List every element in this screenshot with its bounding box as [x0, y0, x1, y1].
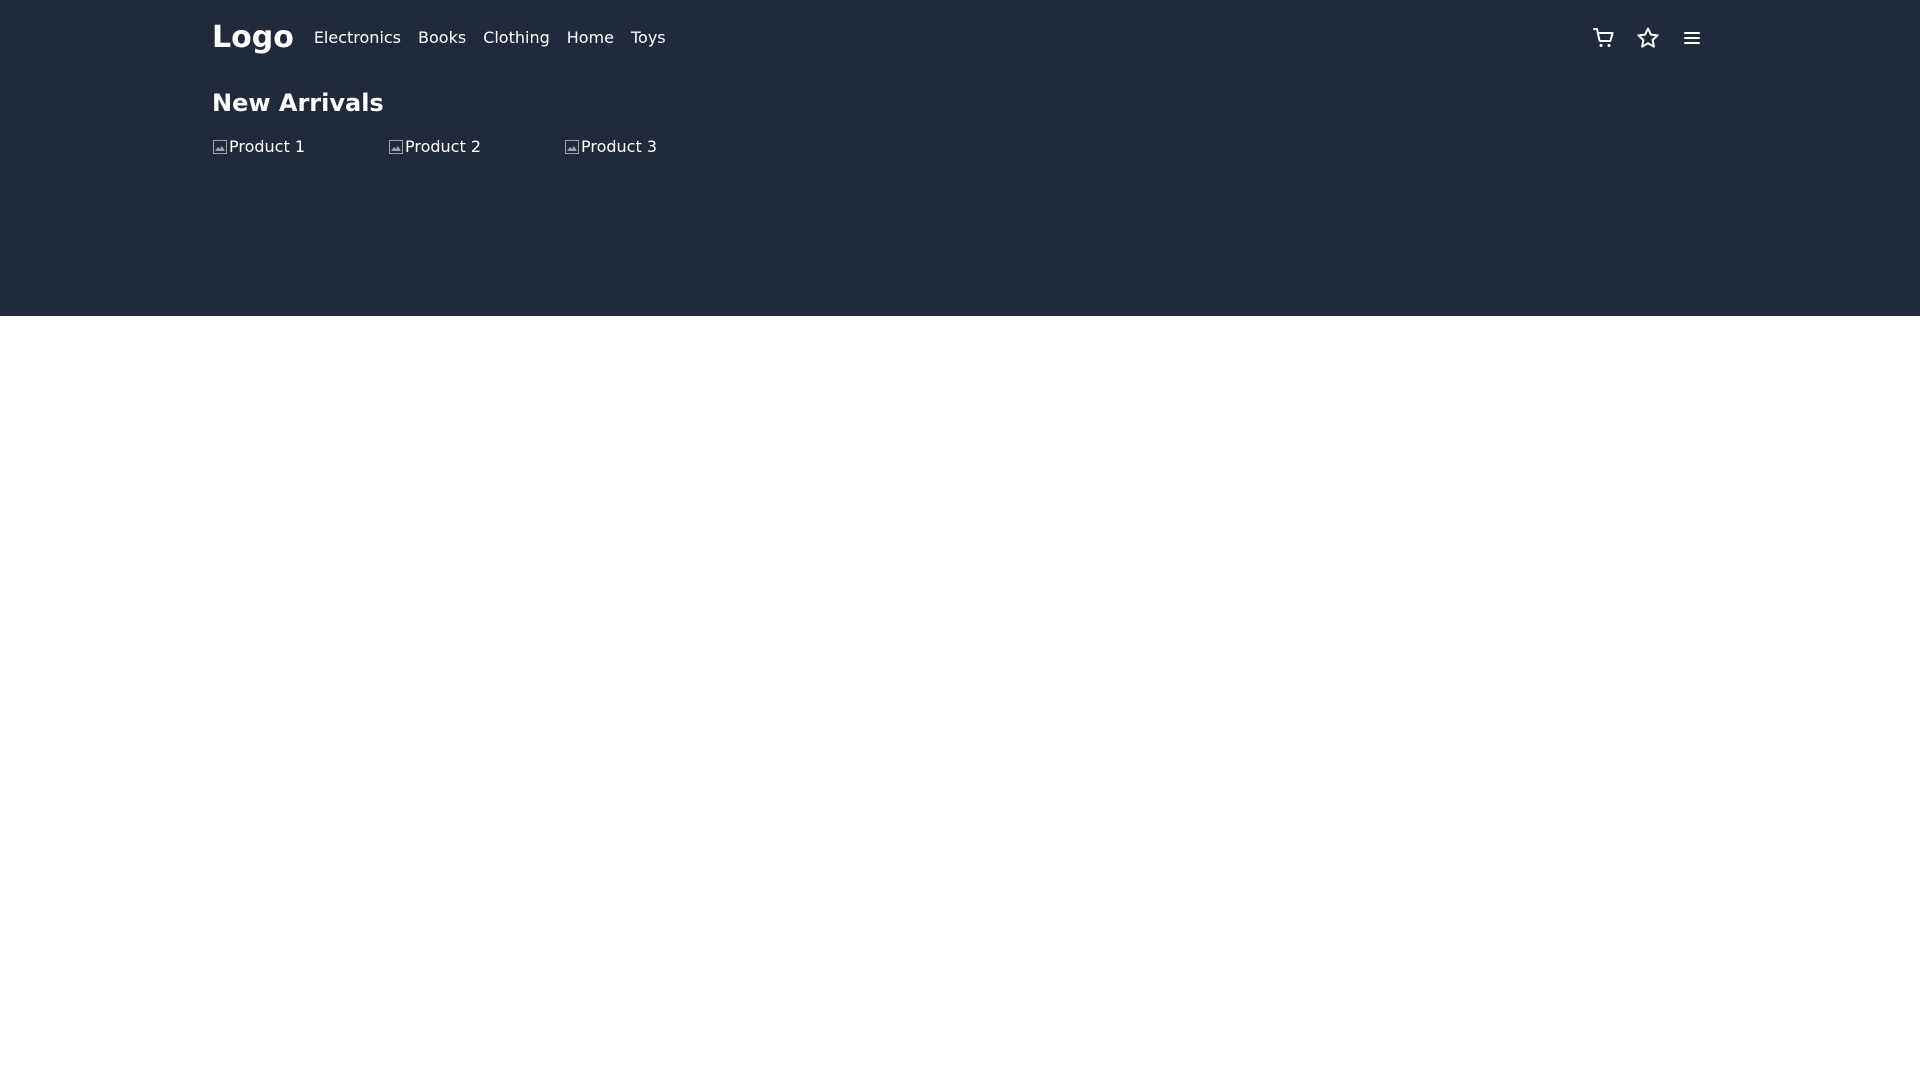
product-image: Product 2	[388, 135, 481, 159]
nav-link-clothing[interactable]: Clothing	[483, 18, 550, 58]
menu-button[interactable]	[1678, 24, 1706, 52]
favorites-button[interactable]	[1634, 24, 1662, 52]
product-image: Product 1	[212, 135, 305, 159]
product-image-alt: Product 3	[581, 137, 658, 156]
logo[interactable]: Logo	[212, 18, 294, 58]
product-grid: Product 1 Product 2 Product 3	[212, 135, 740, 295]
cart-icon	[1592, 26, 1616, 50]
broken-image-icon	[388, 139, 404, 155]
hero-section: Logo Electronics Books Clothing Home Toy…	[0, 0, 1920, 316]
nav-icons	[1574, 18, 1706, 58]
product-image: Product 3	[564, 135, 657, 159]
broken-image-icon	[212, 139, 228, 155]
nav-link-toys[interactable]: Toys	[631, 18, 666, 58]
cart-button[interactable]	[1590, 24, 1618, 52]
star-icon	[1636, 26, 1660, 50]
nav-link-books[interactable]: Books	[418, 18, 466, 58]
product-card[interactable]: Product 3	[564, 135, 740, 295]
top-navbar: Logo Electronics Books Clothing Home Toy…	[212, 18, 1706, 58]
category-nav: Electronics Books Clothing Home Toys	[314, 18, 683, 58]
section-title: New Arrivals	[212, 89, 384, 117]
nav-link-electronics[interactable]: Electronics	[314, 18, 401, 58]
nav-link-home[interactable]: Home	[567, 18, 614, 58]
product-image-alt: Product 2	[405, 137, 482, 156]
product-card[interactable]: Product 1	[212, 135, 388, 295]
product-card[interactable]: Product 2	[388, 135, 564, 295]
menu-icon	[1680, 26, 1704, 50]
product-image-alt: Product 1	[229, 137, 306, 156]
broken-image-icon	[564, 139, 580, 155]
hero-container: Logo Electronics Books Clothing Home Toy…	[212, 0, 1706, 316]
